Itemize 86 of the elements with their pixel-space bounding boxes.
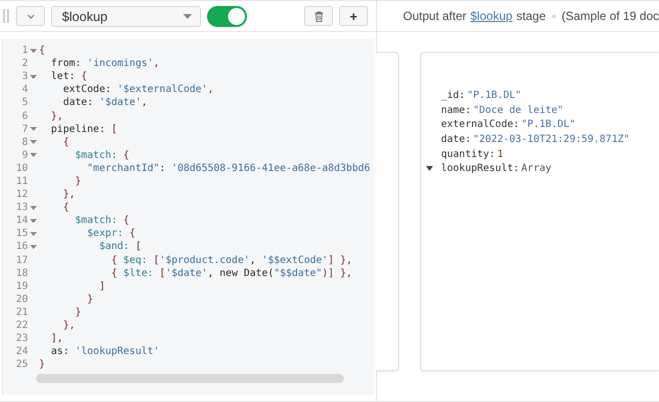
line-number: 19: [14, 280, 28, 293]
line-number: 18: [14, 266, 28, 280]
line-number: 3: [20, 70, 28, 84]
field-value: "P.1B.DL": [521, 119, 576, 130]
code-line: date: '$date',: [62, 96, 148, 110]
fold-arrow-icon[interactable]: [30, 232, 37, 236]
line-number: 13: [14, 201, 28, 214]
scrollbar-thumb[interactable]: [36, 374, 344, 383]
code-line: },: [62, 319, 76, 332]
line-number: 9: [20, 148, 28, 162]
field-key: externalCode:: [441, 119, 520, 130]
line-number: 8: [20, 136, 28, 149]
line-number: 22: [14, 319, 28, 332]
stage-select[interactable]: $lookup: [51, 6, 201, 26]
fold-arrow-icon[interactable]: [30, 127, 37, 132]
line-number: 23: [14, 332, 28, 346]
code-line: { $lte: ['$date', new Date("$$date")] },: [110, 266, 352, 280]
field-value: "P.1B.DL": [467, 90, 522, 101]
line-number: 16: [14, 240, 28, 254]
code-line: }: [74, 306, 82, 319]
line-number: 25: [14, 358, 28, 372]
field-value: 1: [497, 148, 504, 160]
line-number: 15: [14, 227, 28, 240]
line-number: 10: [14, 162, 28, 175]
line-number: 4: [20, 83, 28, 96]
code-line: }: [74, 174, 82, 188]
line-number: 21: [14, 306, 28, 319]
line-number: 12: [14, 188, 28, 202]
code-line: $and: [: [98, 240, 142, 254]
code-line: {: [62, 136, 70, 149]
fold-arrow-icon[interactable]: [30, 218, 37, 223]
caret-icon: [183, 14, 192, 18]
add-stage-button[interactable]: +: [339, 6, 368, 26]
code-line: as: 'lookupResult': [50, 345, 160, 358]
code-line: },: [62, 188, 76, 202]
code-editor[interactable]: [2, 39, 374, 395]
fold-arrow-icon[interactable]: [30, 48, 37, 53]
code-line: "merchantId": '08d65508-9166-41ee-a68e-a8d3bbd6: [86, 162, 370, 175]
line-number: 11: [14, 174, 28, 188]
fold-arrow-icon[interactable]: [30, 74, 37, 79]
line-number: 2: [20, 57, 28, 70]
drag-handle-icon: [3, 9, 9, 23]
code-line: pipeline: [: [50, 122, 118, 136]
field-key: lookupResult:: [441, 163, 520, 174]
line-number: 14: [14, 214, 28, 228]
fold-arrow-icon[interactable]: [30, 153, 37, 158]
line-number: 1: [20, 44, 28, 58]
field-value: "Doce de leite": [473, 104, 564, 116]
fold-arrow-icon[interactable]: [30, 140, 37, 144]
field-key: _id:: [441, 90, 466, 101]
code-line: $match: {: [74, 214, 130, 228]
delete-button[interactable]: [304, 6, 333, 26]
code-line: ]: [98, 280, 106, 293]
field-value: "2022-03-10T21:29:59.871Z": [473, 134, 630, 145]
code-line: $match: {: [74, 148, 130, 162]
output-label: Output after: [403, 9, 466, 23]
stage-link[interactable]: $lookup: [470, 9, 512, 23]
code-line: }: [39, 358, 46, 372]
expand-arrow-icon[interactable]: [426, 166, 433, 172]
code-line: { $eq: ['$product.code', '$$extCode'] },: [110, 254, 352, 267]
stage-label: stage: [516, 9, 546, 23]
field-key: name:: [441, 104, 472, 116]
code-line: let: {: [50, 70, 88, 84]
field-value: Array: [521, 163, 552, 174]
line-number: 24: [14, 345, 28, 358]
sample-count-text: (Sample of 19 doc: [562, 9, 659, 23]
enable-toggle[interactable]: [207, 6, 247, 26]
field-key: quantity:: [441, 148, 496, 160]
code-line: $expr: {: [86, 227, 136, 240]
code-line: ],: [50, 332, 64, 346]
code-line: {: [39, 44, 46, 58]
trash-icon: [314, 10, 324, 22]
field-key: date:: [441, 134, 472, 145]
chevron-icon: [26, 14, 34, 18]
code-line: extCode: '$externalCode',: [62, 83, 214, 96]
line-number: 6: [20, 110, 28, 123]
code-line: from: 'incomings',: [50, 57, 160, 70]
code-line: },: [50, 110, 64, 123]
line-number: 7: [20, 122, 28, 136]
fold-arrow-icon[interactable]: [30, 206, 37, 210]
code-line: }: [86, 292, 94, 306]
code-line: {: [62, 201, 70, 214]
line-number: 5: [20, 96, 28, 110]
line-number: 17: [14, 254, 28, 267]
line-number: 20: [14, 292, 28, 306]
fold-arrow-icon[interactable]: [30, 244, 37, 249]
